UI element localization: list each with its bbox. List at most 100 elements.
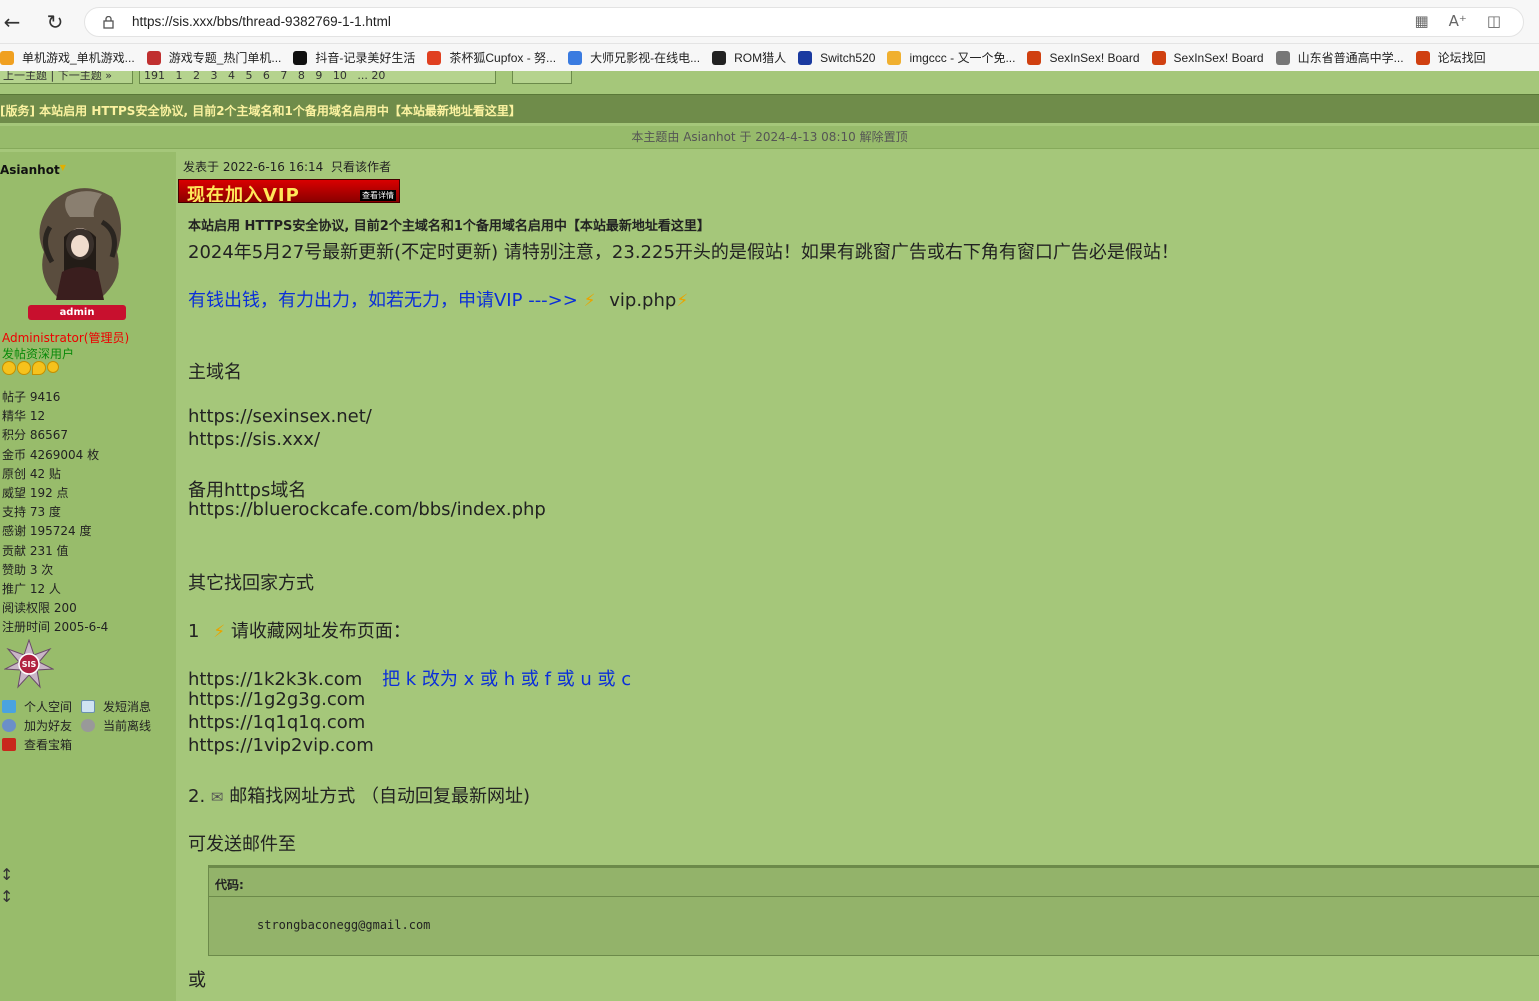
backup-domain-link[interactable]: https://bluerockcafe.com/bbs/index.php bbox=[188, 499, 546, 520]
dropdown-caret-icon[interactable]: ▼ bbox=[60, 163, 66, 172]
bookmark-favicon-icon bbox=[1027, 50, 1042, 65]
bookmark-item[interactable]: imgccc - 又一个免... bbox=[887, 49, 1015, 66]
bookmark-favicon-icon bbox=[887, 50, 902, 65]
bookmark-label[interactable]: SexInSex! Board bbox=[1049, 51, 1139, 65]
bookmark-label[interactable]: Switch520 bbox=[820, 51, 875, 65]
author-stat: 积分 86567 bbox=[2, 428, 68, 443]
bookmark-item[interactable]: 茶杯狐Cupfox - 努... bbox=[427, 49, 556, 66]
personal-space-link[interactable]: 个人空间 bbox=[2, 698, 81, 715]
scroll-arrows-icon[interactable]: ↕ ↕ bbox=[0, 864, 13, 908]
bookmark-item[interactable]: 大师兄影视-在线电... bbox=[568, 49, 700, 66]
release-link[interactable]: https://1g2g3g.com bbox=[188, 689, 365, 710]
code-divider bbox=[209, 896, 1539, 897]
bookmark-item[interactable]: SexInSex! Board bbox=[1151, 50, 1264, 65]
bookmark-label[interactable]: ROM猎人 bbox=[734, 49, 786, 66]
post-time: 发表于 2022-6-16 16:14 bbox=[183, 160, 324, 174]
code-block: 代码: strongbaconegg@gmail.com bbox=[208, 865, 1539, 956]
send-message-label[interactable]: 发短消息 bbox=[103, 698, 151, 715]
vip-banner-subtext[interactable]: 查看详情 bbox=[360, 190, 396, 201]
author-stat: 支持 73 度 bbox=[2, 505, 61, 520]
update-notice: 2024年5月27号最新更新(不定时更新) 请特别注意，23.225开头的是假站… bbox=[188, 242, 1179, 263]
bookmark-favicon-icon bbox=[427, 50, 442, 65]
domain-link[interactable]: https://sexinsex.net/ bbox=[188, 406, 372, 427]
split-screen-icon[interactable]: ◫ bbox=[1487, 12, 1501, 30]
thread-pager: 上一主题 | 下一主题 » 191 1 2 3 4 5 6 7 8 9 10 .… bbox=[0, 71, 1539, 90]
browser-toolbar: ← ↻ https://sis.xxx/bbs/thread-9382769-1… bbox=[0, 0, 1539, 44]
domain-link[interactable]: https://sis.xxx/ bbox=[188, 429, 320, 450]
apps-icon[interactable]: ▦ bbox=[1414, 12, 1428, 30]
sun-icon bbox=[2, 361, 16, 375]
bookmark-label[interactable]: 山东省普通高中学... bbox=[1298, 49, 1404, 66]
bookmark-item[interactable]: 论坛找回 bbox=[1415, 49, 1486, 66]
treasure-chest-icon bbox=[2, 738, 16, 751]
star-icon bbox=[47, 361, 59, 373]
view-treasure-label[interactable]: 查看宝箱 bbox=[24, 736, 72, 753]
reload-icon[interactable]: ↻ bbox=[43, 10, 67, 34]
bookmark-label[interactable]: 抖音-记录美好生活 bbox=[315, 49, 415, 66]
release-link[interactable]: https://1vip2vip.com bbox=[188, 735, 374, 756]
bookmark-label[interactable]: 单机游戏_单机游戏... bbox=[22, 49, 135, 66]
author-avatar bbox=[39, 188, 121, 300]
author-rank: 发帖资深用户 bbox=[2, 347, 75, 361]
vip-line-text[interactable]: 有钱出钱，有力出力，如若无力，申请VIP --->> bbox=[188, 290, 584, 311]
lightning-icon: ⚡ bbox=[213, 622, 226, 642]
bookmark-label[interactable]: SexInSex! Board bbox=[1174, 51, 1264, 65]
view-author-only-link[interactable]: 只看该作者 bbox=[331, 160, 391, 174]
sun-icon bbox=[17, 361, 31, 375]
author-stat: 阅读权限 200 bbox=[2, 601, 77, 616]
url-text[interactable]: https://sis.xxx/bbs/thread-9382769-1-1.h… bbox=[132, 14, 391, 29]
bookmark-item[interactable]: ROM猎人 bbox=[712, 49, 786, 66]
release-line: https://1k2k3k.com 把 k 改为 x 或 h 或 f 或 u … bbox=[188, 665, 631, 691]
message-icon bbox=[81, 700, 95, 713]
bookmark-item[interactable]: 游戏专题_热门单机... bbox=[146, 49, 282, 66]
view-treasure-link[interactable]: 查看宝箱 bbox=[2, 736, 81, 753]
personal-space-label[interactable]: 个人空间 bbox=[24, 698, 72, 715]
bookmark-item[interactable]: Switch520 bbox=[798, 50, 875, 65]
read-aloud-icon[interactable]: A⁺ bbox=[1449, 12, 1467, 30]
sis-medal-icon: SIS bbox=[4, 639, 54, 689]
step2-text: 邮箱找网址方式 （自动回复最新网址) bbox=[229, 786, 530, 807]
add-friend-link[interactable]: 加为好友 bbox=[2, 717, 81, 734]
home-icon bbox=[2, 700, 16, 713]
post-title: 本站启用 HTTPS安全协议, 目前2个主域名和1个备用域名启用中【本站最新地址… bbox=[188, 219, 710, 234]
bookmark-item[interactable]: SexInSex! Board bbox=[1027, 50, 1140, 65]
author-stat: 赞助 3 次 bbox=[2, 562, 54, 577]
email-address[interactable]: strongbaconegg@gmail.com bbox=[257, 918, 430, 932]
main-domain-heading: 主域名 bbox=[188, 362, 242, 383]
back-arrow-icon[interactable]: ← bbox=[0, 10, 24, 34]
release-link[interactable]: https://1k2k3k.com bbox=[188, 669, 362, 690]
author-stat: 精华 12 bbox=[2, 409, 46, 424]
send-message-link[interactable]: 发短消息 bbox=[81, 698, 160, 715]
author-stat: 注册时间 2005-6-4 bbox=[2, 620, 109, 635]
bookmark-label[interactable]: 大师兄影视-在线电... bbox=[590, 49, 700, 66]
vip-banner-text[interactable]: 现在加入VIP bbox=[187, 181, 300, 202]
author-name[interactable]: Asianhot▼ bbox=[0, 163, 66, 177]
step1: 1 ⚡ 请收藏网址发布页面： bbox=[188, 617, 411, 643]
add-friend-label[interactable]: 加为好友 bbox=[24, 717, 72, 734]
author-name-text[interactable]: Asianhot bbox=[0, 163, 60, 177]
bookmark-label[interactable]: 游戏专题_热门单机... bbox=[169, 49, 282, 66]
address-bar[interactable]: https://sis.xxx/bbs/thread-9382769-1-1.h… bbox=[84, 7, 1524, 37]
thread-title-bar: [版务] 本站启用 HTTPS安全协议, 目前2个主域名和1个备用域名启用中【本… bbox=[0, 94, 1539, 123]
bookmark-favicon-icon bbox=[798, 50, 813, 65]
release-link[interactable]: https://1q1q1q.com bbox=[188, 712, 365, 733]
author-profile: Asianhot▼ admin Administrator(管理员) 发帖资深用… bbox=[0, 152, 176, 1001]
step1-number: 1 bbox=[188, 621, 200, 642]
moon-icon bbox=[32, 361, 46, 375]
bookmark-label[interactable]: 论坛找回 bbox=[1438, 49, 1486, 66]
bookmark-item[interactable]: 抖音-记录美好生活 bbox=[293, 49, 415, 66]
page-numbers[interactable]: 191 1 2 3 4 5 6 7 8 9 10 ... 20 bbox=[139, 71, 496, 84]
bookmark-item[interactable]: 单机游戏_单机游戏... bbox=[0, 49, 135, 66]
bookmark-favicon-icon bbox=[712, 50, 727, 65]
bookmark-label[interactable]: 茶杯狐Cupfox - 努... bbox=[449, 49, 556, 66]
bookmark-label[interactable]: imgccc - 又一个免... bbox=[909, 49, 1015, 66]
page-jump-input[interactable] bbox=[512, 71, 572, 84]
step2-number: 2. bbox=[188, 786, 206, 807]
bookmark-favicon-icon bbox=[0, 50, 14, 65]
step2: 2. ✉ 邮箱找网址方式 （自动回复最新网址) bbox=[188, 782, 530, 808]
prev-next-thread[interactable]: 上一主题 | 下一主题 » bbox=[0, 71, 133, 84]
bookmark-item[interactable]: 山东省普通高中学... bbox=[1275, 49, 1404, 66]
bookmark-favicon-icon bbox=[1275, 50, 1290, 65]
vip-link[interactable]: vip.php bbox=[609, 290, 676, 311]
vip-banner[interactable]: 现在加入VIP 查看详情 bbox=[178, 179, 400, 203]
